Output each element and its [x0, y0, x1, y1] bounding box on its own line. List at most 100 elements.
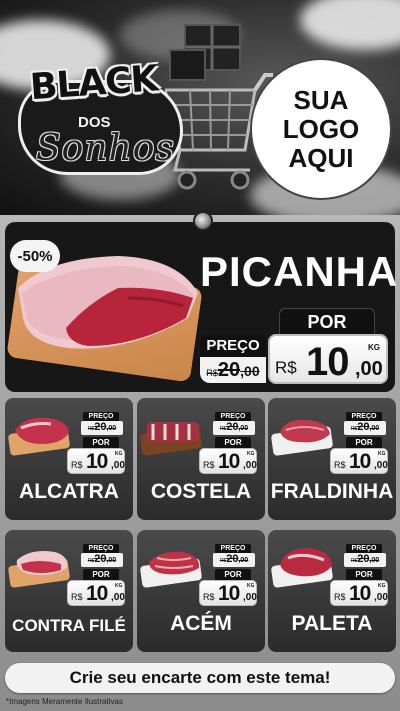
- por-label: POR: [215, 437, 251, 448]
- new-price-currency: R$: [334, 460, 346, 470]
- new-price-unit: KG: [368, 343, 380, 352]
- new-price-integer: 10: [306, 340, 349, 384]
- pin-icon: [193, 211, 213, 231]
- discount-badge: -50%: [10, 240, 60, 272]
- new-price-unit: KG: [247, 451, 255, 457]
- old-price-decimals: ,00: [106, 425, 117, 432]
- por-label: POR: [346, 437, 382, 448]
- old-price: R$ 20,00: [344, 553, 386, 567]
- old-price-integer: 20: [357, 553, 370, 565]
- logo-placeholder-line: AQUI: [288, 142, 354, 173]
- new-price: R$ 10,00 KG: [67, 448, 125, 474]
- new-price-integer: 10: [218, 450, 240, 473]
- new-price-decimals: ,00: [243, 592, 257, 603]
- new-price-currency: R$: [71, 592, 83, 602]
- por-label: POR: [215, 569, 251, 580]
- old-price: R$ 20,00: [81, 421, 123, 435]
- product-card[interactable]: PREÇO R$ 20,00 POR R$ 10,00 KG PALETA: [268, 530, 396, 652]
- old-price-integer: 20: [94, 553, 107, 565]
- new-price-currency: R$: [71, 460, 83, 470]
- new-price-currency: R$: [334, 592, 346, 602]
- featured-product-name: PICANHA: [200, 248, 399, 295]
- old-price-decimals: ,00: [238, 557, 249, 564]
- new-price-decimals: ,00: [111, 592, 125, 603]
- cloud-decoration: [300, 0, 400, 50]
- new-price: R$ 10,00 KG: [199, 580, 257, 606]
- product-card[interactable]: PREÇO R$ 20,00 POR R$ 10,00 KG CONTRA FILÉ: [5, 530, 133, 652]
- product-card[interactable]: PREÇO R$ 20,00 POR R$ 10,00 KG ALCATRA: [5, 398, 133, 520]
- old-price-decimals: ,00: [240, 363, 260, 379]
- meat-image: [15, 417, 69, 444]
- old-price-decimals: ,00: [369, 557, 380, 564]
- old-price: R$ 20,00: [344, 421, 386, 435]
- brand-title-sonhos: Sonhos: [36, 128, 175, 169]
- product-name: PALETA: [291, 612, 373, 635]
- preco-label: PREÇO: [346, 544, 382, 553]
- logo-placeholder-line: LOGO: [282, 113, 360, 144]
- old-price-integer: 20: [217, 359, 241, 381]
- new-price-integer: 10: [349, 582, 371, 605]
- product-card[interactable]: PREÇO R$ 20,00 POR R$ 10,00 KG ACÉM: [137, 530, 265, 652]
- new-price-unit: KG: [115, 583, 123, 589]
- old-price: R$ 20 ,00: [200, 357, 266, 383]
- new-price: R$ 10 ,00 KG: [268, 334, 388, 384]
- meat-image: [280, 419, 330, 443]
- product-name: COSTELA: [150, 480, 252, 503]
- old-price-integer: 20: [226, 553, 239, 565]
- product-name: ACÉM: [170, 612, 232, 635]
- por-label: POR: [279, 308, 375, 334]
- header-banner: BLACK DOS Sonhos SUA LOGO AQUI: [0, 0, 400, 215]
- new-price-integer: 10: [86, 450, 108, 473]
- old-price-decimals: ,00: [106, 557, 117, 564]
- old-price-integer: 20: [357, 421, 370, 433]
- new-price: R$ 10,00 KG: [330, 580, 388, 606]
- new-price-unit: KG: [115, 451, 123, 457]
- old-price: R$ 20,00: [81, 553, 123, 567]
- new-price: R$ 10,00 KG: [199, 448, 257, 474]
- product-name: CONTRA FILÉ: [12, 616, 126, 635]
- old-price: R$ 20,00: [213, 421, 255, 435]
- cta-banner[interactable]: Crie seu encarte com este tema!: [5, 663, 395, 693]
- preco-label: PREÇO: [83, 544, 119, 553]
- product-card[interactable]: PREÇO R$ 20,00 POR R$ 10,00 KG FRALDINHA: [268, 398, 396, 520]
- meat-image: [280, 548, 332, 577]
- por-label: POR: [346, 569, 382, 580]
- old-price: R$ 20,00: [213, 553, 255, 567]
- logo-placeholder-line: SUA: [293, 84, 349, 115]
- old-price-decimals: ,00: [238, 425, 249, 432]
- meat-image: [16, 551, 68, 576]
- preco-label: PREÇO: [83, 412, 119, 421]
- new-price-decimals: ,00: [111, 460, 125, 471]
- logo-placeholder: SUA LOGO AQUI: [255, 63, 387, 195]
- old-price-decimals: ,00: [369, 425, 380, 432]
- meat-image: [149, 551, 200, 575]
- new-price: R$ 10,00 KG: [330, 448, 388, 474]
- new-price-unit: KG: [378, 583, 386, 589]
- por-label: POR: [83, 437, 119, 448]
- meat-image: [147, 422, 199, 442]
- new-price-decimals: ,00: [374, 592, 388, 603]
- new-price-integer: 10: [218, 582, 240, 605]
- preco-label: PREÇO: [215, 544, 251, 553]
- new-price-decimals: ,00: [243, 460, 257, 471]
- new-price-integer: 10: [349, 450, 371, 473]
- product-card[interactable]: PREÇO R$ 20,00 POR R$ 10,00 KG COSTELA: [137, 398, 265, 520]
- disclaimer-text: *Imagens Meramente Ilustrativas: [6, 697, 123, 706]
- new-price-currency: R$: [203, 460, 215, 470]
- new-price-decimals: ,00: [374, 460, 388, 471]
- product-name: FRALDINHA: [270, 480, 394, 503]
- preco-label: PREÇO: [200, 335, 266, 357]
- brand-logo: BLACK DOS Sonhos: [18, 58, 188, 182]
- preco-label: PREÇO: [346, 412, 382, 421]
- preco-label: PREÇO: [215, 412, 251, 421]
- new-price-currency: R$: [275, 358, 297, 377]
- new-price-unit: KG: [247, 583, 255, 589]
- new-price: R$ 10,00 KG: [67, 580, 125, 606]
- old-price-integer: 20: [226, 421, 239, 433]
- product-name: ALCATRA: [19, 480, 119, 503]
- new-price-currency: R$: [203, 592, 215, 602]
- old-price-integer: 20: [94, 421, 107, 433]
- old-price-currency: R$: [206, 368, 218, 378]
- new-price-unit: KG: [378, 451, 386, 457]
- por-label: POR: [83, 569, 119, 580]
